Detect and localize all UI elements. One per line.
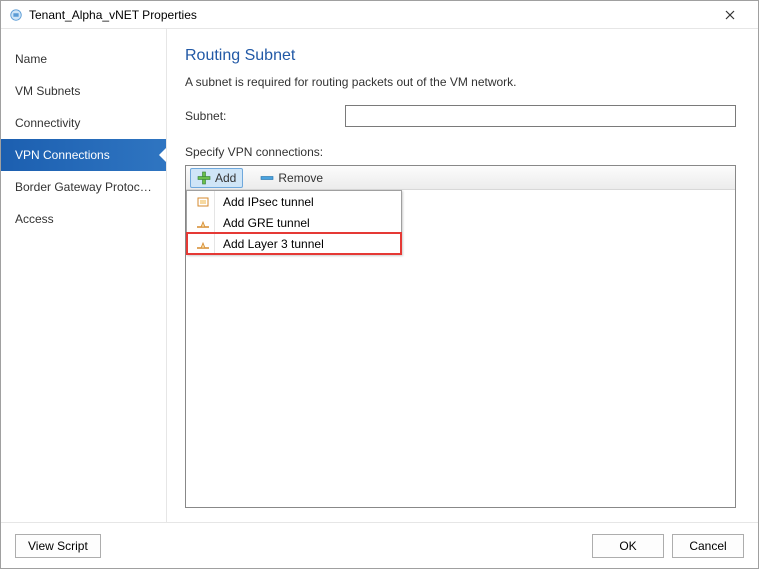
close-icon (725, 10, 735, 20)
connections-toolbar: Add Remove (186, 166, 735, 190)
cancel-button[interactable]: Cancel (672, 534, 744, 558)
tunnel-icon (191, 212, 215, 233)
subnet-label: Subnet: (185, 109, 345, 123)
view-script-button[interactable]: View Script (15, 534, 101, 558)
window-title: Tenant_Alpha_vNET Properties (29, 8, 710, 22)
nav-item-name[interactable]: Name (1, 43, 166, 75)
connections-list[interactable]: Add IPsec tunnel Add GRE tunnel (186, 190, 735, 507)
nav-sidebar: Name VM Subnets Connectivity VPN Connect… (1, 29, 167, 522)
connections-panel: Add Remove (185, 165, 736, 508)
dialog-footer: View Script OK Cancel (1, 522, 758, 568)
menu-item-layer3-label: Add Layer 3 tunnel (223, 237, 324, 251)
nav-item-vpn-connections[interactable]: VPN Connections (1, 139, 166, 171)
add-button-label: Add (215, 171, 236, 185)
remove-button[interactable]: Remove (253, 168, 330, 188)
page-heading: Routing Subnet (185, 47, 736, 65)
nav-item-vm-subnets[interactable]: VM Subnets (1, 75, 166, 107)
add-dropdown-menu: Add IPsec tunnel Add GRE tunnel (186, 190, 402, 255)
menu-item-ipsec[interactable]: Add IPsec tunnel (187, 191, 401, 212)
menu-item-gre[interactable]: Add GRE tunnel (187, 212, 401, 233)
dialog-body: Name VM Subnets Connectivity VPN Connect… (1, 29, 758, 522)
close-button[interactable] (710, 2, 750, 28)
subnet-row: Subnet: (185, 105, 736, 127)
ipsec-icon (191, 191, 215, 212)
content-pane: Routing Subnet A subnet is required for … (167, 29, 758, 522)
minus-icon (260, 171, 274, 185)
subnet-input[interactable] (345, 105, 736, 127)
tunnel-icon (191, 233, 215, 254)
nav-item-bgp[interactable]: Border Gateway Protocol... (1, 171, 166, 203)
nav-item-connectivity[interactable]: Connectivity (1, 107, 166, 139)
specify-connections-label: Specify VPN connections: (185, 145, 736, 159)
remove-button-label: Remove (278, 171, 323, 185)
properties-dialog: Tenant_Alpha_vNET Properties Name VM Sub… (0, 0, 759, 569)
ok-button[interactable]: OK (592, 534, 664, 558)
menu-item-gre-label: Add GRE tunnel (223, 216, 310, 230)
menu-item-ipsec-label: Add IPsec tunnel (223, 195, 314, 209)
titlebar: Tenant_Alpha_vNET Properties (1, 1, 758, 29)
nav-item-access[interactable]: Access (1, 203, 166, 235)
menu-item-layer3[interactable]: Add Layer 3 tunnel (187, 233, 401, 254)
add-button[interactable]: Add (190, 168, 243, 188)
plus-icon (197, 171, 211, 185)
app-icon (9, 8, 23, 22)
page-description: A subnet is required for routing packets… (185, 75, 736, 89)
